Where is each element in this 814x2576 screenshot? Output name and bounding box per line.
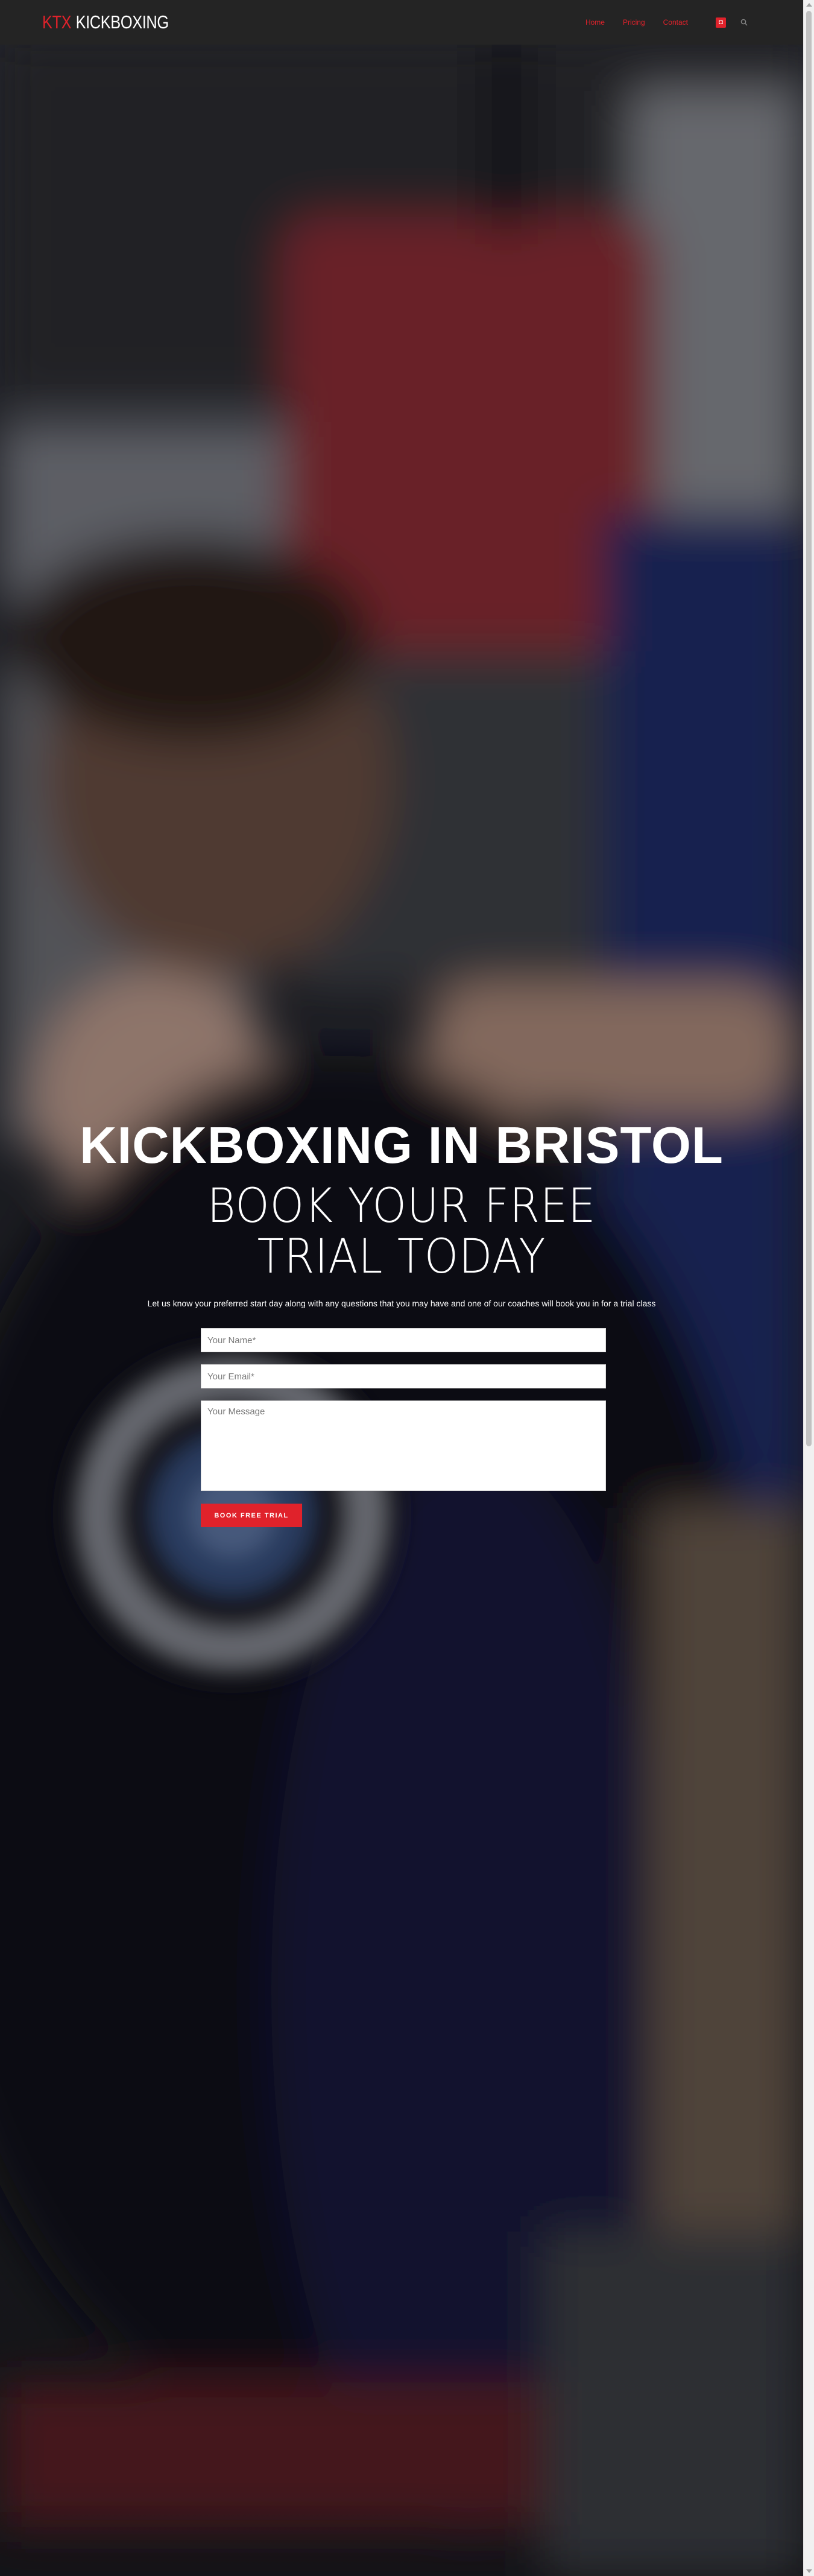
nav-item-home[interactable]: Home [585, 18, 605, 27]
hero-intro-text: Let us know your preferred start day alo… [147, 1299, 656, 1308]
nav-item-pricing[interactable]: Pricing [623, 18, 645, 27]
page-title: KICKBOXING IN BRISTOL [80, 1117, 724, 1174]
main-nav: Home Pricing Contact ◘ [567, 0, 748, 45]
scrollbar-thumb[interactable] [806, 11, 812, 1446]
site-logo[interactable]: KTX KICKBOXING [42, 11, 169, 34]
search-icon[interactable] [740, 19, 748, 26]
scroll-down-icon[interactable] [806, 2569, 812, 2573]
logo-accent-text: KTX [42, 11, 72, 33]
logo-text: KICKBOXING [75, 11, 169, 33]
scroll-up-icon[interactable] [806, 3, 812, 7]
instagram-icon[interactable]: ◘ [716, 17, 726, 28]
message-field[interactable] [201, 1400, 606, 1491]
email-field[interactable] [201, 1364, 606, 1388]
nav-item-contact[interactable]: Contact [663, 18, 688, 27]
hero-subtitle: BOOK YOUR FREE TRIAL TODAY [207, 1179, 596, 1284]
free-trial-form: BOOK FREE TRIAL [201, 1328, 606, 1527]
site-header: KTX KICKBOXING Home Pricing Contact ◘ [0, 0, 803, 45]
name-field[interactable] [201, 1328, 606, 1352]
scrollbar[interactable] [803, 0, 814, 2576]
book-free-trial-button[interactable]: BOOK FREE TRIAL [201, 1504, 302, 1527]
hero-section: KICKBOXING IN BRISTOL BOOK YOUR FREE TRI… [0, 1116, 803, 1527]
